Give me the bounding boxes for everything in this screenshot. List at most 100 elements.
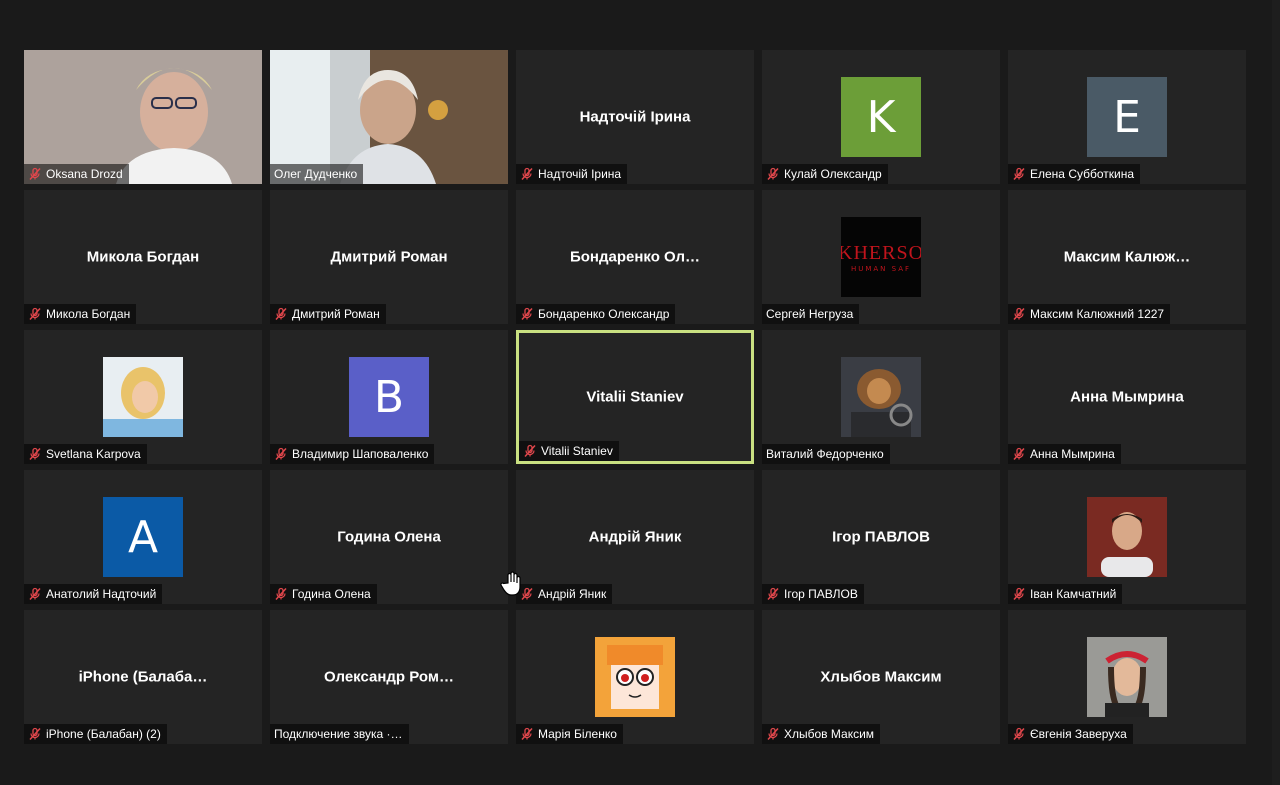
avatar [1087, 637, 1167, 717]
participant-tile[interactable]: K Кулай Олександр [762, 50, 1000, 184]
mic-muted-icon [521, 167, 533, 181]
participant-name-label: Надточій Ірина [516, 164, 628, 184]
participant-display-name: Хлыбов Максим [820, 668, 942, 686]
participant-name-label: Хлыбов Максим [762, 724, 881, 744]
scrollbar-track[interactable] [1272, 0, 1280, 785]
participant-name-label: Виталий Федорченко [762, 444, 890, 464]
participant-tile[interactable]: B Владимир Шаповаленко [270, 330, 508, 464]
participant-tile[interactable]: iPhone (Балаба… iPhone (Балабан) (2) [24, 610, 262, 744]
participant-name-label: Ігор ПАВЛОВ [762, 584, 864, 604]
mic-muted-icon [29, 727, 41, 741]
participant-name: Хлыбов Максим [784, 727, 875, 741]
participant-display-name: Дмитрий Роман [330, 248, 448, 266]
participant-tile[interactable]: Ігор ПАВЛОВ Ігор ПАВЛОВ [762, 470, 1000, 604]
participant-tile[interactable]: Vitalii Staniev Vitalii Staniev [516, 330, 754, 464]
participant-name-label: Елена Субботкина [1008, 164, 1141, 184]
participant-name: Сергей Негруза [766, 307, 854, 321]
participant-tile[interactable]: Година Олена Година Олена [270, 470, 508, 604]
participant-name-label: iPhone (Балабан) (2) [24, 724, 167, 744]
avatar: B [349, 357, 429, 437]
participant-name-label: Анна Мымрина [1008, 444, 1121, 464]
hand-cursor-icon [500, 571, 521, 596]
participant-display-name: iPhone (Балаба… [78, 668, 208, 686]
avatar [1087, 497, 1167, 577]
participant-tile[interactable]: Oksana Drozd [24, 50, 262, 184]
participant-name: Бондаренко Олександр [538, 307, 670, 321]
participant-display-name: Микола Богдан [86, 248, 200, 266]
participant-name: Владимир Шаповаленко [292, 447, 429, 461]
participant-name: Svetlana Karpova [46, 447, 141, 461]
avatar: K [841, 77, 921, 157]
participant-display-name: Максим Калюж… [1063, 248, 1191, 266]
participant-name: Елена Субботкина [1030, 167, 1135, 181]
avatar [841, 357, 921, 437]
participant-name: Олег Дудченко [274, 167, 358, 181]
mic-muted-icon [767, 167, 779, 181]
logo-subtext: HUMAN SAF [850, 264, 912, 273]
mic-muted-icon [521, 727, 533, 741]
participant-name-label: Микола Богдан [24, 304, 137, 324]
participant-tile[interactable]: KHERSO HUMAN SAF Сергей Негруза [762, 190, 1000, 324]
avatar: A [103, 497, 183, 577]
participant-tile[interactable]: Svetlana Karpova [24, 330, 262, 464]
participant-name: Надточій Ірина [538, 167, 622, 181]
participant-tile[interactable]: Надточій Ірина Надточій Ірина [516, 50, 754, 184]
participant-display-name: Надточій Ірина [579, 108, 691, 126]
participant-display-name: Ігор ПАВЛОВ [832, 528, 930, 546]
participant-name: Євгенія Заверуха [1030, 727, 1127, 741]
participant-tile[interactable]: Хлыбов Максим Хлыбов Максим [762, 610, 1000, 744]
mic-muted-icon [1013, 447, 1025, 461]
participant-name-label: Кулай Олександр [762, 164, 888, 184]
mic-muted-icon [1013, 307, 1025, 321]
avatar [103, 357, 183, 437]
participant-name-label: Подключение звука ·… [270, 724, 409, 744]
participant-name: Андрій Яник [538, 587, 607, 601]
participant-tile[interactable]: Марія Біленко [516, 610, 754, 744]
participant-display-name: Анна Мымрина [1070, 388, 1184, 406]
mic-muted-icon [29, 307, 41, 321]
participant-name-label: Іван Камчатний [1008, 584, 1123, 604]
participant-name-label: Vitalii Staniev [519, 441, 619, 461]
mic-muted-icon [1013, 587, 1025, 601]
participant-tile[interactable]: Іван Камчатний [1008, 470, 1246, 604]
mic-muted-icon [29, 167, 41, 181]
participant-display-name: Vitalii Staniev [586, 388, 684, 406]
participant-tile[interactable]: E Елена Субботкина [1008, 50, 1246, 184]
participant-tile[interactable]: Андрій Яник Андрій Яник [516, 470, 754, 604]
participant-name-label: Андрій Яник [516, 584, 613, 604]
avatar: KHERSO HUMAN SAF [841, 217, 921, 297]
participant-name: Анна Мымрина [1030, 447, 1115, 461]
participant-name-label: Бондаренко Олександр [516, 304, 676, 324]
participant-name-label: Марія Біленко [516, 724, 623, 744]
logo-text: KHERSO [841, 241, 921, 264]
participant-name: Година Олена [292, 587, 371, 601]
participant-tile[interactable]: Олег Дудченко [270, 50, 508, 184]
participant-name-label: Владимир Шаповаленко [270, 444, 435, 464]
participant-display-name: Андрій Яник [588, 528, 682, 546]
avatar [595, 637, 675, 717]
participant-tile[interactable]: Бондаренко Ол… Бондаренко Олександр [516, 190, 754, 324]
mic-muted-icon [275, 587, 287, 601]
participant-tile[interactable]: Микола Богдан Микола Богдан [24, 190, 262, 324]
participant-tile[interactable]: Виталий Федорченко [762, 330, 1000, 464]
participant-display-name: Бондаренко Ол… [569, 248, 701, 266]
participant-name: Ігор ПАВЛОВ [784, 587, 858, 601]
participant-name: Марія Біленко [538, 727, 617, 741]
participant-name: Кулай Олександр [784, 167, 882, 181]
participant-name: Подключение звука ·… [274, 727, 403, 741]
participant-name: Анатолий Надточий [46, 587, 157, 601]
participant-name-label: Сергей Негруза [762, 304, 860, 324]
participant-tile[interactable]: Максим Калюж… Максим Калюжний 1227 [1008, 190, 1246, 324]
mic-muted-icon [1013, 167, 1025, 181]
participant-tile[interactable]: Євгенія Заверуха [1008, 610, 1246, 744]
participant-name-label: Година Олена [270, 584, 377, 604]
participant-name-label: Дмитрий Роман [270, 304, 386, 324]
participant-tile[interactable]: Дмитрий Роман Дмитрий Роман [270, 190, 508, 324]
participant-grid: Oksana Drozd Олег Дудченко Надточій Ірина Н… [24, 50, 1246, 744]
participant-tile[interactable]: Олександр Ром… Подключение звука ·… [270, 610, 508, 744]
participant-name: Максим Калюжний 1227 [1030, 307, 1165, 321]
participant-tile[interactable]: Анна Мымрина Анна Мымрина [1008, 330, 1246, 464]
participant-name-label: Олег Дудченко [270, 164, 364, 184]
participant-name-label: Svetlana Karpova [24, 444, 147, 464]
participant-tile[interactable]: A Анатолий Надточий [24, 470, 262, 604]
